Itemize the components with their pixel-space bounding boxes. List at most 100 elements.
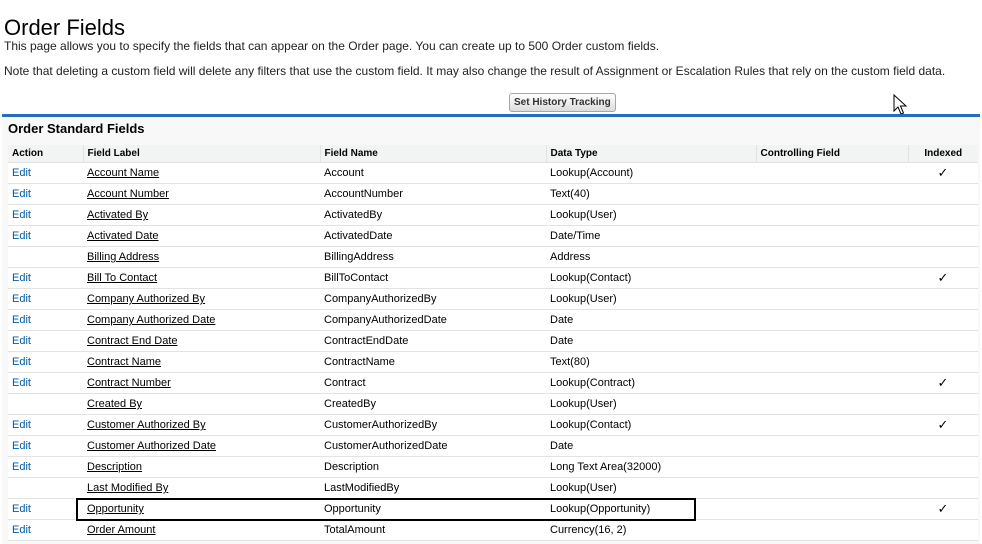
- field-label-cell: Description: [83, 456, 320, 478]
- edit-link[interactable]: Edit: [12, 440, 31, 452]
- indexed-checkmark-icon: [908, 225, 978, 247]
- page-title: Order Fields: [4, 14, 126, 40]
- controlling-field-cell: [756, 309, 908, 331]
- field-name-cell: TotalAmount: [320, 519, 546, 541]
- action-cell: [8, 477, 83, 499]
- edit-link[interactable]: Edit: [12, 461, 31, 473]
- controlling-field-cell: [756, 414, 908, 436]
- action-cell: Edit: [8, 267, 83, 289]
- edit-link[interactable]: Edit: [12, 209, 31, 221]
- action-cell: Edit: [8, 519, 83, 541]
- controlling-field-cell: [756, 351, 908, 373]
- field-label-link[interactable]: Last Modified By: [87, 482, 168, 494]
- field-label-link[interactable]: Opportunity: [87, 503, 144, 515]
- table-row: Edit Contract Name ContractName Text(80): [8, 351, 978, 373]
- data-type-cell: Long Text Area(32000): [546, 456, 756, 478]
- field-name-cell: ActivatedBy: [320, 204, 546, 226]
- field-label-link[interactable]: Account Number: [87, 188, 169, 200]
- indexed-checkmark-icon: ✓: [908, 498, 978, 520]
- field-label-link[interactable]: Activated By: [87, 209, 148, 221]
- controlling-field-cell: [756, 183, 908, 205]
- edit-link[interactable]: Edit: [12, 419, 31, 431]
- edit-link[interactable]: Edit: [12, 335, 31, 347]
- action-cell: Edit: [8, 498, 83, 520]
- controlling-field-cell: [756, 288, 908, 310]
- column-header-data-type: Data Type: [546, 145, 757, 163]
- data-type-cell: Lookup(Opportunity): [546, 498, 756, 520]
- field-label-link[interactable]: Created By: [87, 398, 142, 410]
- field-name-cell: ContractName: [320, 351, 546, 373]
- column-header-indexed: Indexed: [908, 145, 978, 163]
- field-name-cell: CustomerAuthorizedBy: [320, 414, 546, 436]
- controlling-field-cell: [756, 267, 908, 289]
- table-row: Edit Account Name Account Lookup(Account) ✓: [8, 162, 978, 184]
- data-type-cell: Address: [546, 246, 756, 268]
- standard-fields-section: Order Standard Fields Action Field Label…: [2, 114, 980, 544]
- indexed-checkmark-icon: [908, 477, 978, 499]
- column-header-field-label: Field Label: [83, 145, 321, 163]
- action-cell: Edit: [8, 435, 83, 457]
- edit-link[interactable]: Edit: [12, 356, 31, 368]
- field-label-link[interactable]: Bill To Contact: [87, 272, 157, 284]
- action-cell: Edit: [8, 204, 83, 226]
- table-row: Edit Contract End Date ContractEndDate Date: [8, 330, 978, 352]
- edit-link[interactable]: Edit: [12, 314, 31, 326]
- indexed-checkmark-icon: ✓: [908, 372, 978, 394]
- controlling-field-cell: [756, 435, 908, 457]
- field-name-cell: Opportunity: [320, 498, 546, 520]
- edit-link[interactable]: Edit: [12, 503, 31, 515]
- field-label-cell: Opportunity: [83, 498, 320, 520]
- field-label-cell: Created By: [83, 393, 320, 415]
- indexed-checkmark-icon: ✓: [908, 414, 978, 436]
- field-label-cell: Billing Address: [83, 246, 320, 268]
- field-label-link[interactable]: Description: [87, 461, 142, 473]
- field-label-cell: Contract Number: [83, 372, 320, 394]
- field-label-cell: Customer Authorized Date: [83, 435, 320, 457]
- edit-link[interactable]: Edit: [12, 167, 31, 179]
- edit-link[interactable]: Edit: [12, 188, 31, 200]
- controlling-field-cell: [756, 477, 908, 499]
- action-cell: Edit: [8, 225, 83, 247]
- edit-link[interactable]: Edit: [12, 293, 31, 305]
- field-label-cell: Activated Date: [83, 225, 320, 247]
- field-label-link[interactable]: Company Authorized By: [87, 293, 205, 305]
- field-name-cell: Contract: [320, 372, 546, 394]
- action-cell: Edit: [8, 351, 83, 373]
- field-label-cell: Account Name: [83, 162, 320, 184]
- controlling-field-cell: [756, 498, 908, 520]
- column-header-controlling-field: Controlling Field: [756, 145, 909, 163]
- table-row: Edit Bill To Contact BillToContact Lookup(C…: [8, 267, 978, 289]
- field-label-link[interactable]: Customer Authorized By: [87, 419, 206, 431]
- field-label-link[interactable]: Activated Date: [87, 230, 159, 242]
- edit-link[interactable]: Edit: [12, 524, 31, 536]
- field-name-cell: Description: [320, 456, 546, 478]
- table-header-row: Action Field Label Field Name Data Type …: [8, 145, 978, 163]
- action-cell: [8, 246, 83, 268]
- field-name-cell: Account: [320, 162, 546, 184]
- field-label-link[interactable]: Account Name: [87, 167, 159, 179]
- table-row: Edit Activated By ActivatedBy Lookup(User): [8, 204, 978, 226]
- field-label-link[interactable]: Billing Address: [87, 251, 159, 263]
- set-history-tracking-button[interactable]: Set History Tracking: [509, 93, 616, 112]
- field-label-link[interactable]: Contract Number: [87, 377, 171, 389]
- edit-link[interactable]: Edit: [12, 230, 31, 242]
- data-type-cell: Text(40): [546, 183, 756, 205]
- field-label-link[interactable]: Order Amount: [87, 524, 155, 536]
- field-label-link[interactable]: Contract Name: [87, 356, 161, 368]
- field-label-link[interactable]: Customer Authorized Date: [87, 440, 216, 452]
- field-label-link[interactable]: Company Authorized Date: [87, 314, 215, 326]
- indexed-checkmark-icon: [908, 288, 978, 310]
- table-row: Edit Company Authorized Date CompanyAuthor…: [8, 309, 978, 331]
- indexed-checkmark-icon: [908, 435, 978, 457]
- indexed-checkmark-icon: ✓: [908, 162, 978, 184]
- field-label-cell: Company Authorized Date: [83, 309, 320, 331]
- field-name-cell: CompanyAuthorizedBy: [320, 288, 546, 310]
- page-note: Note that deleting a custom field will d…: [4, 64, 946, 78]
- edit-link[interactable]: Edit: [12, 377, 31, 389]
- controlling-field-cell: [756, 519, 908, 541]
- edit-link[interactable]: Edit: [12, 272, 31, 284]
- action-cell: Edit: [8, 162, 83, 184]
- data-type-cell: Lookup(Contact): [546, 267, 756, 289]
- field-label-cell: Order Amount: [83, 519, 320, 541]
- field-label-link[interactable]: Contract End Date: [87, 335, 178, 347]
